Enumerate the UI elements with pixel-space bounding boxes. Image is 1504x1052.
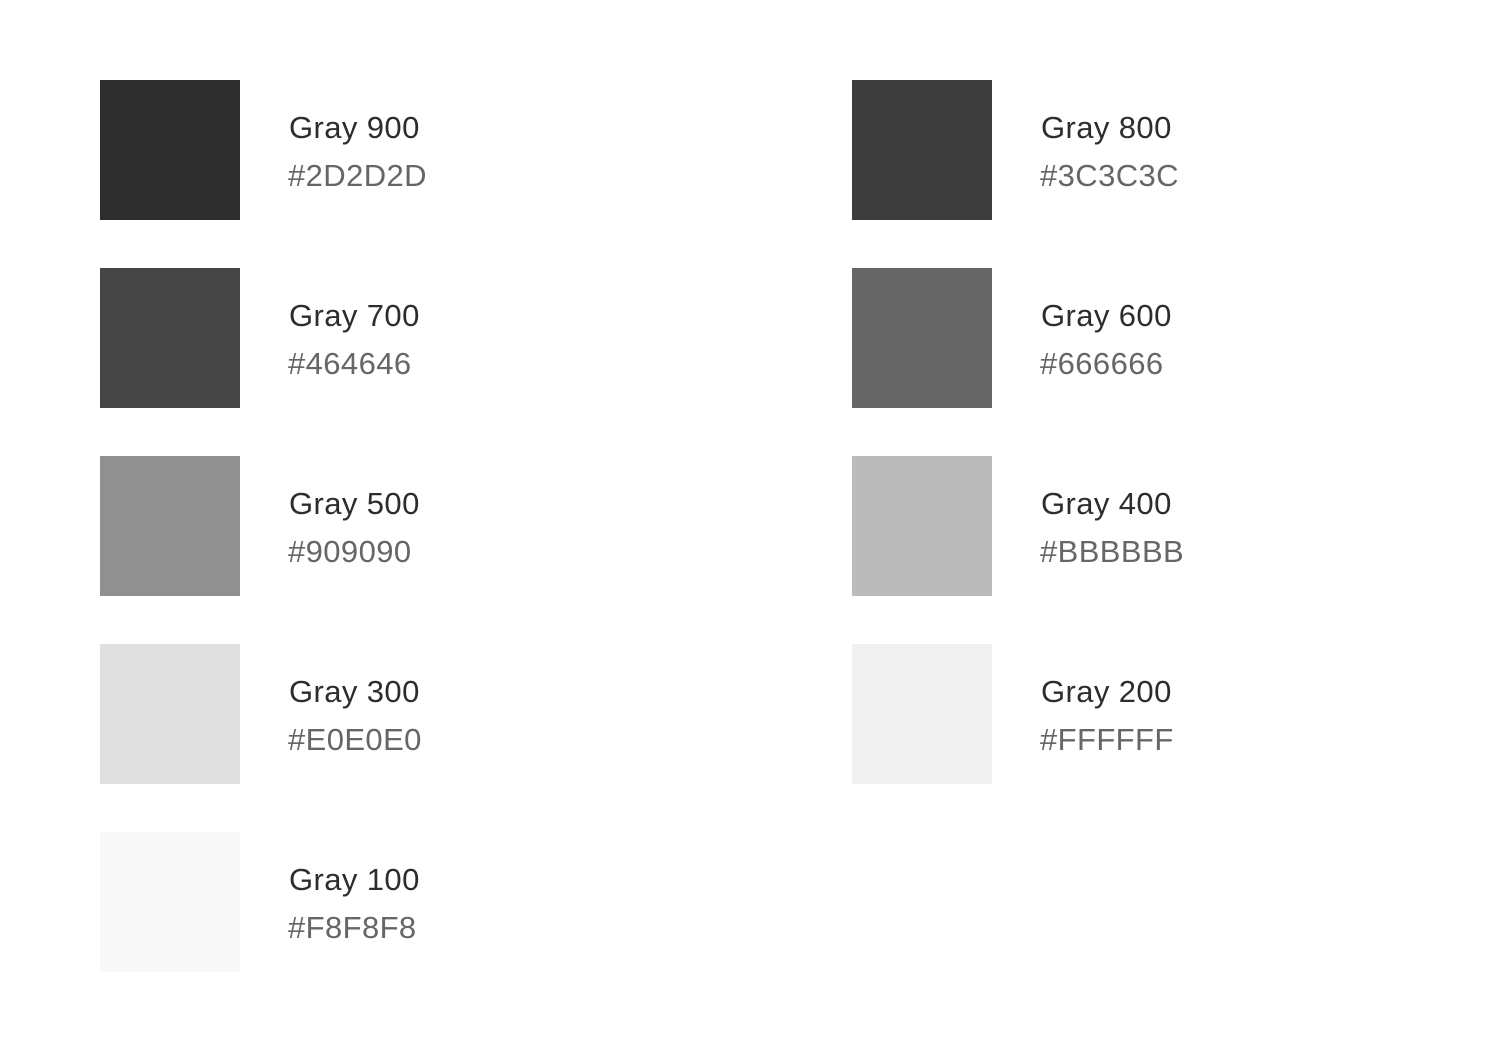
swatch-name: Gray 800 [1041,110,1172,145]
swatch-hex-value: #2D2D2D [288,158,427,193]
swatch-name: Gray 600 [1041,298,1172,333]
swatch-name: Gray 700 [289,298,420,333]
color-chip [852,80,992,220]
swatch-name: Gray 500 [289,486,420,521]
color-chip [100,456,240,596]
swatch-hex-value: #666666 [1040,346,1164,381]
swatch-gray-200: Gray 200 #FFFFFF [852,644,1452,784]
swatch-gray-700: Gray 700 #464646 [100,268,700,408]
swatch-gray-400: Gray 400 #BBBBBB [852,456,1452,596]
swatch-name: Gray 400 [1041,486,1172,521]
swatch-name: Gray 200 [1041,674,1172,709]
color-chip [100,80,240,220]
color-palette: Gray 900 #2D2D2D Gray 800 #3C3C3C Gray 7… [0,0,1504,1052]
swatch-hex-value: #909090 [288,534,412,569]
swatch-name: Gray 100 [289,862,420,897]
swatch-name: Gray 300 [289,674,420,709]
swatch-hex-value: #3C3C3C [1040,158,1179,193]
color-chip [100,832,240,972]
swatch-gray-600: Gray 600 #666666 [852,268,1452,408]
swatch-name: Gray 900 [289,110,420,145]
swatch-gray-900: Gray 900 #2D2D2D [100,80,700,220]
color-chip [100,644,240,784]
swatch-gray-300: Gray 300 #E0E0E0 [100,644,700,784]
color-chip [852,456,992,596]
swatch-gray-800: Gray 800 #3C3C3C [852,80,1452,220]
swatch-gray-100: Gray 100 #F8F8F8 [100,832,700,972]
swatch-hex-value: #FFFFFF [1040,722,1174,757]
swatch-gray-500: Gray 500 #909090 [100,456,700,596]
color-chip [852,644,992,784]
color-chip [100,268,240,408]
swatch-hex-value: #E0E0E0 [288,722,422,757]
color-chip [852,268,992,408]
swatch-hex-value: #464646 [288,346,412,381]
swatch-hex-value: #BBBBBB [1040,534,1185,569]
swatch-hex-value: #F8F8F8 [288,910,417,945]
